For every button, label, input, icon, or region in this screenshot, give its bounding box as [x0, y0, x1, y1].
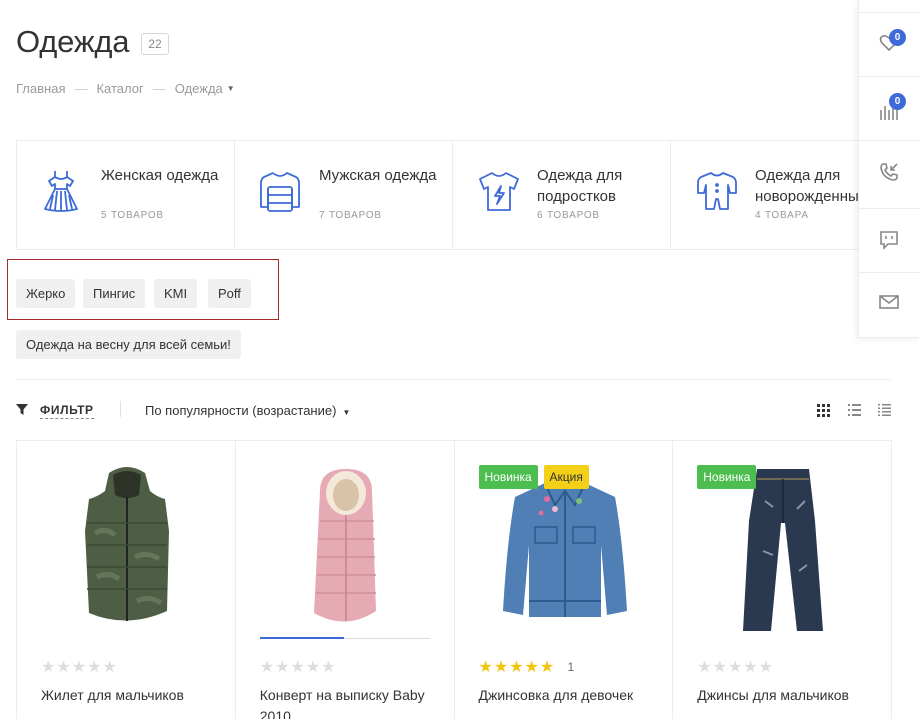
sweater-icon [260, 172, 300, 212]
product-card[interactable]: Новинка Акция ★★★★★ 1 Джинсовка для дево… [455, 441, 674, 719]
brand-tag[interactable]: Жерко [16, 279, 76, 308]
filter-sort-bar: ФИЛЬТР По популярности (возрастание) ▼ [16, 401, 892, 421]
rating-stars: ★★★★★ [41, 659, 118, 676]
divider [16, 379, 891, 380]
sort-label: По популярности (возрастание) [145, 403, 337, 418]
chevron-down-icon[interactable]: ▼ [227, 84, 235, 93]
rating-stars: ★★★★★ [259, 659, 337, 676]
product-name[interactable]: Жилет для мальчиков [41, 685, 221, 706]
product-grid: ★★★★★ Жилет для мальчиков ★★★★★ Конверт … [16, 440, 892, 719]
new-badge: Новинка [478, 465, 538, 489]
image-slider-inactive[interactable] [343, 638, 430, 639]
envelope-icon [879, 295, 899, 309]
compare-count-badge: 0 [889, 93, 906, 110]
category-count: 4 товара [755, 210, 809, 221]
favorites-count-badge: 0 [889, 29, 906, 46]
callback-button[interactable] [859, 140, 919, 204]
category-count: 5 товаров [101, 210, 164, 221]
phone-callback-icon [880, 163, 898, 181]
product-card[interactable]: ★★★★★ Конверт на выписку Baby 2010 [236, 441, 455, 719]
table-view-icon[interactable] [878, 404, 891, 416]
breadcrumb: Главная — Каталог — Одежда ▼ [16, 81, 235, 96]
brand-tag[interactable]: Пингис [83, 279, 146, 308]
sort-dropdown[interactable]: По популярности (возрастание) ▼ [145, 403, 350, 418]
product-image-envelope[interactable] [236, 461, 455, 636]
breadcrumb-home[interactable]: Главная [16, 81, 65, 96]
page-title: Одежда [16, 24, 130, 59]
onesie-icon [697, 172, 737, 210]
list-view-icon[interactable] [848, 404, 861, 416]
compare-button[interactable]: 0 [859, 76, 919, 140]
dress-icon [44, 171, 78, 212]
chat-icon [880, 231, 898, 250]
breadcrumb-current[interactable]: Одежда [175, 81, 223, 96]
breadcrumb-separator: — [74, 81, 88, 96]
product-card[interactable]: ★★★★★ Жилет для мальчиков [17, 441, 236, 719]
brand-tag[interactable]: Poff [208, 279, 251, 308]
email-button[interactable] [859, 272, 919, 336]
promo-tag[interactable]: Одежда на весну для всей семьи! [16, 330, 241, 359]
side-panel: 0 0 [858, 0, 919, 338]
title-row: Одежда 22 [16, 24, 169, 60]
category-name: Одежда для подростков [537, 167, 623, 205]
filter-button[interactable]: ФИЛЬТР [40, 403, 94, 419]
filter-icon[interactable] [16, 404, 28, 415]
divider [120, 401, 121, 417]
category-tile-newborn[interactable]: Одежда для новорожденных 4 товара [671, 141, 889, 249]
image-slider-active[interactable] [259, 637, 344, 639]
category-count: 6 товаров [537, 210, 600, 221]
rating-stars: ★★★★★ [697, 659, 774, 676]
brand-tag[interactable]: KMI [154, 279, 198, 308]
product-name[interactable]: Джинсы для мальчиков [697, 685, 877, 706]
category-tile-teens[interactable]: Одежда для подростков 6 товаров [453, 141, 671, 249]
new-badge: Новинка [697, 465, 757, 489]
sale-badge: Акция [543, 465, 589, 489]
favorites-button[interactable]: 0 [859, 12, 919, 76]
breadcrumb-catalog[interactable]: Каталог [96, 81, 143, 96]
category-tile-women[interactable]: Женская одежда 5 товаров [17, 141, 235, 249]
category-tile-men[interactable]: Мужская одежда 7 товаров [235, 141, 453, 249]
rating-stars: ★★★★★ [478, 659, 556, 676]
category-count: 7 товаров [319, 210, 382, 221]
breadcrumb-separator: — [152, 81, 166, 96]
chevron-down-icon: ▼ [342, 408, 351, 417]
category-name: Женская одежда [101, 167, 219, 184]
chat-button[interactable] [859, 208, 919, 272]
review-count: 1 [567, 660, 575, 674]
product-name[interactable]: Конверт на выписку Baby 2010 [260, 685, 440, 719]
product-card[interactable]: Новинка ★★★★★ Джинсы для мальчиков [673, 441, 892, 719]
category-name: Мужская одежда [319, 167, 437, 184]
tshirt-icon [479, 172, 519, 211]
item-count-badge: 22 [141, 33, 169, 55]
product-image-vest[interactable] [17, 461, 236, 636]
grid-view-icon[interactable] [817, 404, 830, 417]
category-tiles: Женская одежда 5 товаров Мужская одежда … [16, 140, 919, 250]
product-name[interactable]: Джинсовка для девочек [479, 685, 659, 706]
